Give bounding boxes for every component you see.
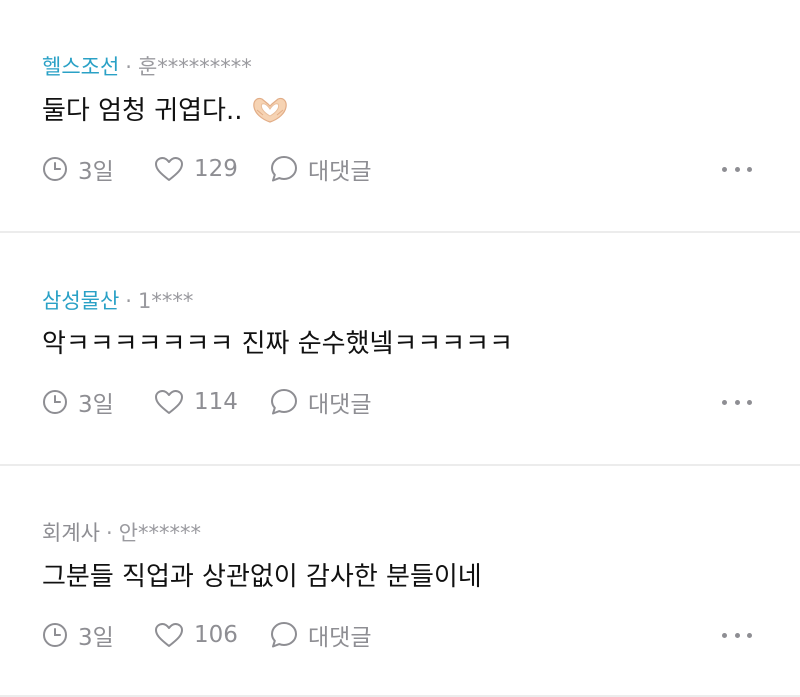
reply-button[interactable]: 대댓글 <box>270 152 371 186</box>
like-count: 114 <box>194 389 238 415</box>
comment-meta: 삼성물산 · 1**** <box>42 287 193 315</box>
like-count: 106 <box>194 622 238 648</box>
time-ago: 3일 <box>42 152 154 186</box>
comment-item: 삼성물산 · 1**** 악ㅋㅋㅋㅋㅋㅋㅋ 진짜 순수했넼ㅋㅋㅋㅋㅋ 3일 114 … <box>0 233 800 466</box>
more-dots-icon[interactable] <box>722 628 752 642</box>
comment-meta: 회계사 · 안****** <box>42 519 201 547</box>
speech-bubble-icon <box>271 622 297 648</box>
comment-meta: 헬스조선 · 훈********* <box>42 53 252 81</box>
company-name[interactable]: 헬스조선 <box>42 55 119 79</box>
heart-icon <box>155 623 183 647</box>
user-name: 훈********* <box>137 55 252 79</box>
more-dots-icon[interactable] <box>722 162 752 176</box>
user-name: 1**** <box>137 289 194 313</box>
like-button[interactable]: 129 <box>154 156 270 182</box>
reply-label: 대댓글 <box>308 159 372 185</box>
heart-hands-emoji <box>251 95 289 133</box>
comment-item: 회계사 · 안****** 그분들 직업과 상관없이 감사한 분들이네 3일 106… <box>0 466 800 697</box>
like-button[interactable]: 114 <box>154 389 270 415</box>
speech-bubble-icon <box>271 389 297 415</box>
reply-label: 대댓글 <box>308 392 372 418</box>
clock-icon <box>43 390 67 414</box>
comment-actions: 3일 129 대댓글 <box>42 152 371 186</box>
heart-icon <box>155 157 183 181</box>
like-count: 129 <box>194 156 238 182</box>
reply-label: 대댓글 <box>308 625 372 651</box>
like-button[interactable]: 106 <box>154 622 270 648</box>
comment-body: 그분들 직업과 상관없이 감사한 분들이네 <box>42 559 482 595</box>
comment-text: 그분들 직업과 상관없이 감사한 분들이네 <box>42 562 482 592</box>
reply-button[interactable]: 대댓글 <box>270 618 371 652</box>
comment-item: 헬스조선 · 훈********* 둘다 엄청 귀엽다.. 3일 129 대댓글 <box>0 0 800 233</box>
time-ago: 3일 <box>42 618 154 652</box>
comment-text: 악ㅋㅋㅋㅋㅋㅋㅋ 진짜 순수했넼ㅋㅋㅋㅋㅋ <box>42 329 514 359</box>
comment-actions: 3일 106 대댓글 <box>42 618 371 652</box>
user-name: 안****** <box>118 521 201 545</box>
reply-button[interactable]: 대댓글 <box>270 385 371 419</box>
clock-icon <box>43 157 67 181</box>
separator-dot: · <box>105 521 113 545</box>
clock-icon <box>43 623 67 647</box>
more-dots-icon[interactable] <box>722 395 752 409</box>
separator-dot: · <box>125 55 132 79</box>
time-label: 3일 <box>78 625 114 651</box>
speech-bubble-icon <box>271 156 297 182</box>
time-label: 3일 <box>78 159 114 185</box>
comment-text: 둘다 엄청 귀엽다.. <box>42 96 243 126</box>
company-name[interactable]: 회계사 <box>42 521 100 545</box>
heart-icon <box>155 390 183 414</box>
company-name[interactable]: 삼성물산 <box>42 289 119 313</box>
time-ago: 3일 <box>42 385 154 419</box>
comment-body: 악ㅋㅋㅋㅋㅋㅋㅋ 진짜 순수했넼ㅋㅋㅋㅋㅋ <box>42 326 513 362</box>
comment-actions: 3일 114 대댓글 <box>42 385 371 419</box>
time-label: 3일 <box>78 392 114 418</box>
separator-dot: · <box>125 289 132 313</box>
comment-body: 둘다 엄청 귀엽다.. <box>42 93 289 133</box>
